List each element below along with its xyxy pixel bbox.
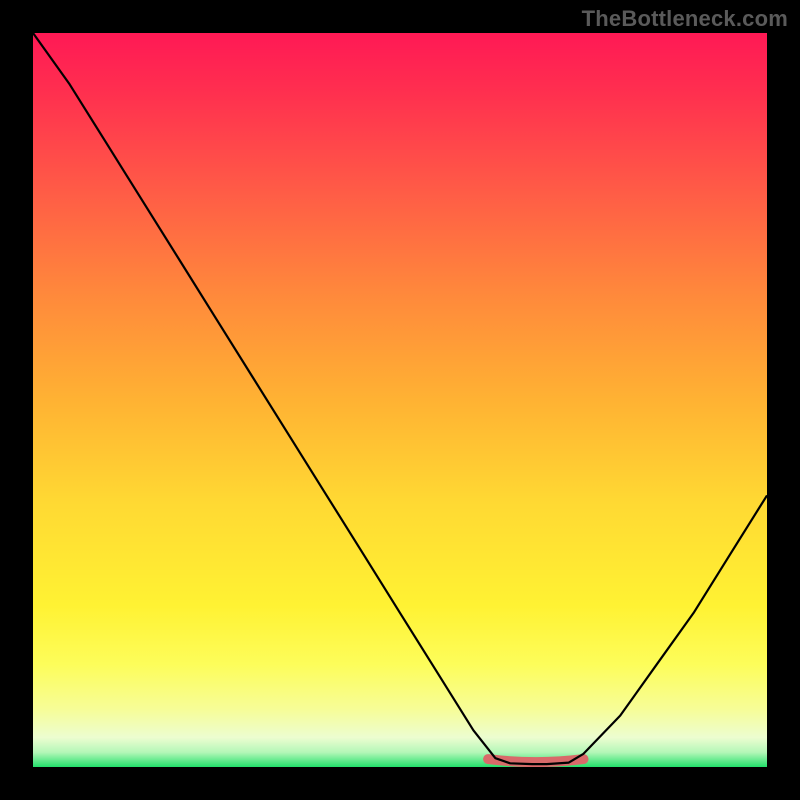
plot-area bbox=[33, 33, 767, 767]
curve-layer bbox=[33, 33, 767, 767]
chart-stage: TheBottleneck.com bbox=[0, 0, 800, 800]
watermark-text: TheBottleneck.com bbox=[582, 6, 788, 32]
bottleneck-curve bbox=[33, 33, 767, 764]
